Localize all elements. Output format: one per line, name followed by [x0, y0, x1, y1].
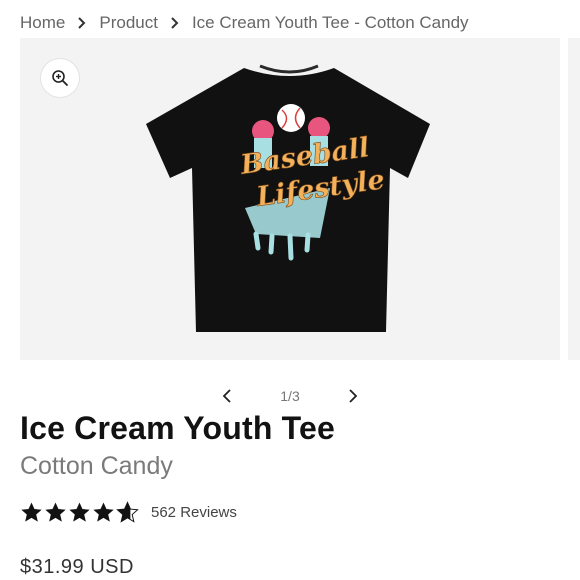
- reviews-link[interactable]: 562 Reviews: [151, 504, 237, 521]
- product-gallery[interactable]: Baseball Lifestyle: [20, 38, 560, 360]
- star-icon: [21, 501, 42, 522]
- breadcrumb-current: Ice Cream Youth Tee - Cotton Candy: [191, 13, 469, 32]
- product-price: $31.99 USD: [20, 556, 134, 578]
- next-image-peek[interactable]: [568, 38, 580, 360]
- chevron-right-icon: [75, 17, 89, 29]
- product-title: Ice Cream Youth Tee: [20, 410, 336, 446]
- product-variant: Cotton Candy: [20, 452, 173, 480]
- previous-image-button[interactable]: [215, 384, 239, 408]
- chevron-right-icon: [168, 17, 182, 29]
- breadcrumb-product[interactable]: Product: [99, 13, 158, 33]
- breadcrumb: Home Product Ice Cream Youth Tee - Cotto…: [20, 10, 469, 36]
- star-icon: [45, 501, 66, 522]
- zoom-in-icon: [52, 70, 68, 86]
- chevron-right-icon: [349, 389, 358, 403]
- breadcrumb-home[interactable]: Home: [20, 13, 65, 33]
- product-rating[interactable]: 562 Reviews: [20, 500, 237, 524]
- image-counter: 1/3: [280, 388, 300, 404]
- rating-stars: [20, 500, 139, 524]
- image-slider-controls: 1/3: [215, 384, 365, 408]
- product-image[interactable]: Baseball Lifestyle: [20, 38, 560, 360]
- chevron-left-icon: [222, 389, 231, 403]
- star-icon: [93, 501, 114, 522]
- star-half-icon: [116, 500, 139, 523]
- zoom-button[interactable]: [40, 58, 80, 98]
- next-image-button[interactable]: [341, 384, 365, 408]
- star-icon: [69, 501, 90, 522]
